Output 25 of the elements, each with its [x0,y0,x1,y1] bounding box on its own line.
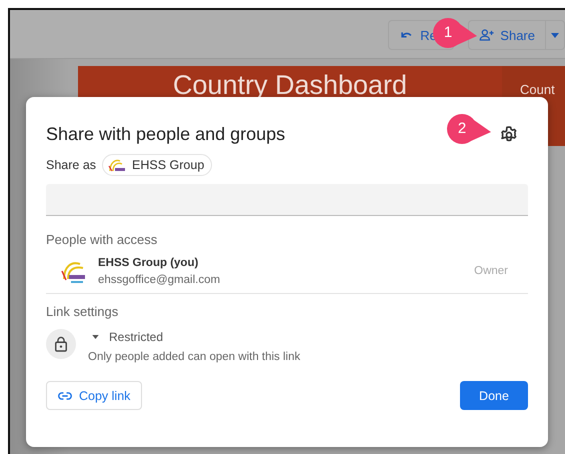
access-dropdown[interactable]: Restricted [88,329,300,345]
step-callout-tooltip: 1 [433,17,477,49]
caret-icon [551,32,559,38]
access-description: Only people added can open with this link [88,351,300,363]
done-button[interactable]: Done [460,381,528,410]
caret-icon [92,335,99,339]
person-role: Owner [474,265,508,277]
copy-link-button[interactable]: Copy link [46,381,142,410]
lock-icon [46,329,76,359]
section-heading: Link settings [46,304,120,319]
banner-title: Country Dashboard [172,69,408,101]
share-button[interactable]: Share [468,20,546,50]
person-name: EHSS Group (you) [98,256,200,268]
person-email: ehssgoffice@gmail.com [98,274,222,286]
side-panel-title: Count [519,81,555,97]
add-people-field[interactable] [46,184,528,216]
logo-icon [107,157,128,173]
dialog-title: Share with people and groups [46,124,286,145]
share-dropdown-button[interactable] [546,20,565,50]
section-heading: People with access [46,232,158,247]
share-as-label: Share as [46,158,96,172]
add-person-icon [479,28,494,42]
account-chip[interactable]: EHSS Group [102,154,212,176]
step-callout-tooltip: 2 [447,113,491,145]
link-icon [58,392,72,400]
